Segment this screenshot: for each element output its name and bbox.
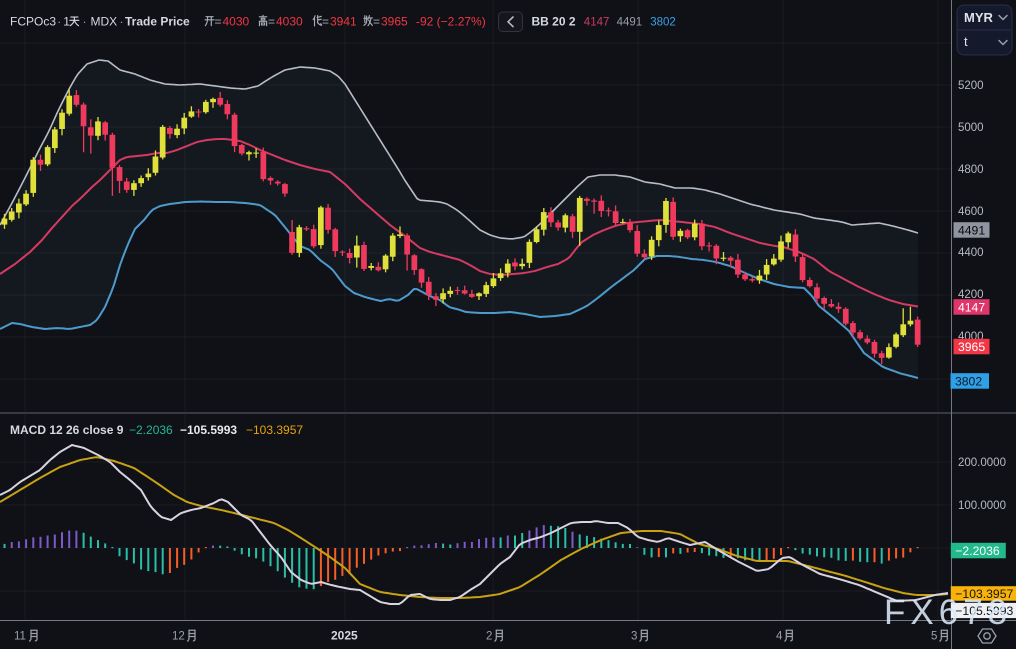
svg-text:12: 12 <box>172 631 185 643</box>
svg-text:11: 11 <box>14 631 26 643</box>
svg-text:4: 4 <box>776 631 783 643</box>
svg-text:4030: 4030 <box>276 14 303 28</box>
svg-text:=: = <box>268 14 275 28</box>
svg-text:−105.5993: −105.5993 <box>180 423 237 437</box>
svg-text:1: 1 <box>63 14 70 28</box>
svg-text:−2.2036: −2.2036 <box>955 544 1000 558</box>
svg-text:FCPOc3: FCPOc3 <box>10 14 56 28</box>
svg-text:5200: 5200 <box>958 80 984 92</box>
svg-text:t: t <box>964 34 968 49</box>
svg-text:·: · <box>57 14 61 28</box>
svg-text:FX678: FX678 <box>884 593 1012 632</box>
svg-text:5000: 5000 <box>958 122 984 134</box>
svg-text:4491: 4491 <box>617 16 643 28</box>
svg-text:·: · <box>83 14 87 28</box>
svg-text:3802: 3802 <box>955 374 982 388</box>
svg-text:=: = <box>215 14 222 28</box>
svg-text:4400: 4400 <box>958 247 984 259</box>
svg-text:2025: 2025 <box>331 629 358 643</box>
svg-text:=: = <box>373 14 380 28</box>
svg-text:=: = <box>322 14 329 28</box>
svg-text:BB 20 2: BB 20 2 <box>532 14 576 28</box>
svg-text:3965: 3965 <box>958 340 985 354</box>
svg-text:·: · <box>120 14 124 28</box>
svg-text:4147: 4147 <box>584 16 610 28</box>
svg-text:3: 3 <box>631 631 637 643</box>
svg-text:3941: 3941 <box>330 14 357 28</box>
svg-text:200.0000: 200.0000 <box>958 457 1006 469</box>
svg-text:4030: 4030 <box>223 14 250 28</box>
svg-text:4800: 4800 <box>958 164 984 176</box>
svg-text:MYR: MYR <box>964 10 994 25</box>
svg-text:100.0000: 100.0000 <box>958 500 1006 512</box>
svg-text:−2.2036: −2.2036 <box>129 423 173 437</box>
svg-text:4491: 4491 <box>958 223 985 237</box>
svg-text:3965: 3965 <box>381 14 408 28</box>
svg-text:-92 (−2.27%): -92 (−2.27%) <box>416 14 486 28</box>
svg-text:−103.3957: −103.3957 <box>246 423 303 437</box>
svg-text:3802: 3802 <box>650 16 676 28</box>
svg-text:4600: 4600 <box>958 206 984 218</box>
svg-text:2: 2 <box>486 631 492 643</box>
svg-text:MACD 12 26 close 9: MACD 12 26 close 9 <box>10 423 124 437</box>
svg-text:4147: 4147 <box>958 300 985 314</box>
svg-text:5: 5 <box>931 631 937 643</box>
svg-text:Trade Price: Trade Price <box>125 14 190 28</box>
svg-text:MDX: MDX <box>91 14 118 28</box>
